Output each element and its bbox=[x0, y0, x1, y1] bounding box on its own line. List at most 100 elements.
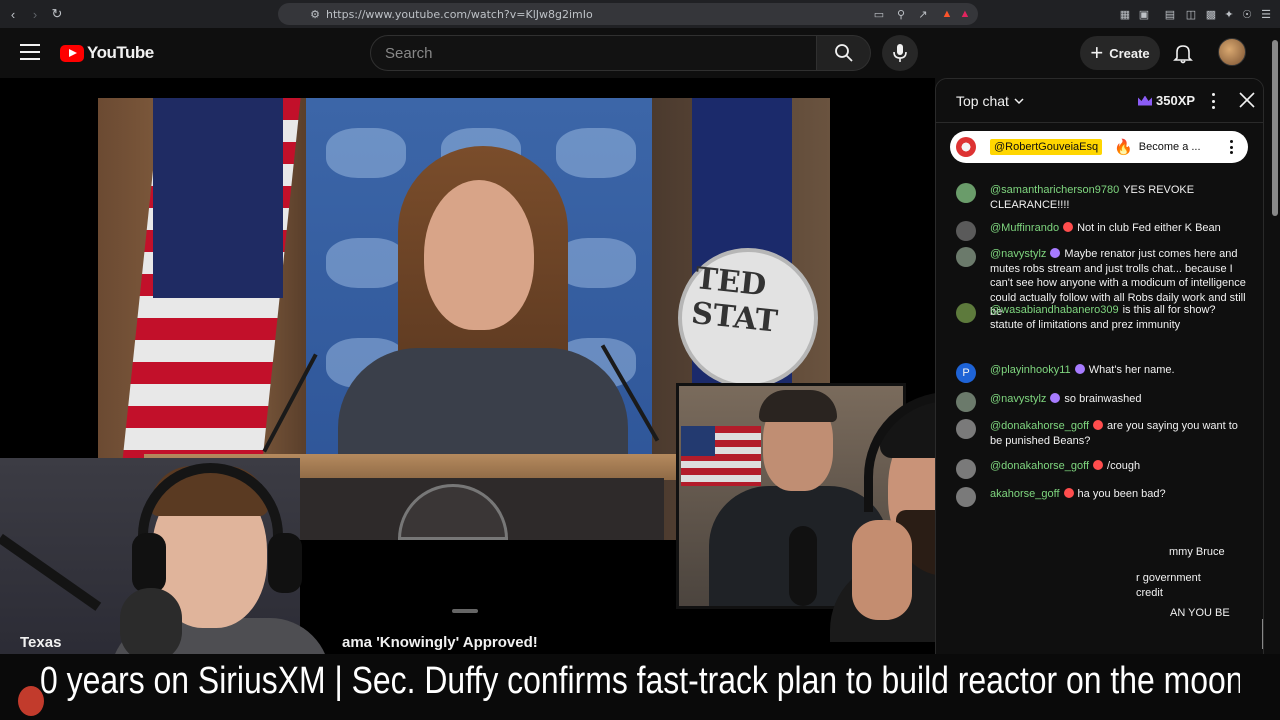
logo-text: YouTube bbox=[87, 43, 154, 62]
video-player[interactable]: TED STAT Texas ama 'Knowingly' Approved!… bbox=[0, 78, 935, 720]
chat-text: so brainwashed bbox=[1064, 393, 1142, 405]
chat-author[interactable]: @navystylz bbox=[990, 393, 1046, 405]
chat-avatar[interactable] bbox=[956, 183, 976, 203]
pinned-more-icon[interactable] bbox=[1230, 140, 1234, 154]
chat-author[interactable]: @samantharicherson9780 bbox=[990, 184, 1119, 196]
top-chat-label: Top chat bbox=[956, 93, 1009, 109]
url-text: https://www.youtube.com/watch?v=KlJw8g2i… bbox=[326, 7, 593, 21]
member-badge-icon bbox=[1063, 222, 1074, 232]
chat-message[interactable]: @wasabiandhabanero309 is this all for sho… bbox=[956, 303, 1246, 332]
chat-avatar[interactable] bbox=[956, 221, 976, 241]
chat-more-icon[interactable] bbox=[1206, 91, 1220, 111]
host-microphone bbox=[120, 588, 182, 662]
chat-partial-text: AN YOU BE bbox=[1170, 607, 1230, 619]
chat-avatar[interactable] bbox=[956, 303, 976, 323]
screenshot-icon[interactable]: ▣ bbox=[1137, 7, 1151, 21]
chat-avatar[interactable] bbox=[956, 392, 976, 412]
chat-text: ha you been bad? bbox=[1077, 488, 1166, 500]
chat-message[interactable]: akahorse_goff ha you been bad? bbox=[956, 487, 1246, 507]
back-icon[interactable]: ‹ bbox=[4, 5, 22, 23]
chat-avatar[interactable] bbox=[956, 487, 976, 507]
share-icon[interactable]: ↗ bbox=[916, 7, 930, 21]
member-badge-icon bbox=[1074, 364, 1085, 374]
video-title-start: Texas bbox=[20, 634, 62, 651]
xp-badge[interactable]: 350XP bbox=[1138, 93, 1195, 108]
youtube-play-icon bbox=[60, 44, 84, 62]
chat-author[interactable]: @Muffinrando bbox=[990, 222, 1059, 234]
forward-icon[interactable]: › bbox=[26, 5, 44, 23]
chat-author[interactable]: @wasabiandhabanero309 bbox=[990, 304, 1119, 316]
chat-message[interactable]: @Muffinrando Not in club Fed either K Bea… bbox=[956, 221, 1246, 241]
chat-scrollbar[interactable] bbox=[1262, 619, 1263, 649]
chat-message[interactable]: @donakahorse_goff are you saying you want… bbox=[956, 419, 1246, 448]
chat-message[interactable]: P @playinhooky11 What's her name. bbox=[956, 363, 1246, 383]
video-title-end: ama 'Knowingly' Approved! bbox=[342, 634, 538, 651]
brave-shield-icon[interactable]: ▲ bbox=[940, 7, 954, 21]
brave-rewards-icon[interactable]: ▲ bbox=[958, 7, 972, 21]
fire-icon: 🔥 bbox=[1114, 139, 1133, 156]
page-scrollbar[interactable] bbox=[1272, 40, 1278, 216]
close-icon[interactable] bbox=[1238, 91, 1256, 109]
create-label: Create bbox=[1109, 45, 1150, 61]
member-badge-icon bbox=[1093, 420, 1104, 430]
chat-partial-text: r government credit bbox=[1136, 572, 1201, 599]
chat-author[interactable]: @donakahorse_goff bbox=[990, 420, 1089, 432]
microphone-icon bbox=[893, 44, 907, 62]
chat-message[interactable]: @navystylz so brainwashed bbox=[956, 392, 1246, 412]
search-icon bbox=[834, 44, 853, 62]
chat-text: What's her name. bbox=[1088, 364, 1175, 376]
chat-avatar[interactable] bbox=[956, 247, 976, 267]
site-info-icon[interactable]: ⚙ bbox=[308, 7, 322, 21]
xp-value: 350XP bbox=[1156, 93, 1196, 108]
pinned-message[interactable]: @RobertGouveiaEsq 🔥 Become a ... bbox=[950, 131, 1248, 163]
create-button[interactable]: + Create bbox=[1080, 36, 1160, 70]
member-badge-icon bbox=[1050, 248, 1061, 258]
chat-header: Top chat 350XP bbox=[936, 79, 1263, 123]
sidebar-icon[interactable]: ◫ bbox=[1184, 7, 1198, 21]
address-bar[interactable]: https://www.youtube.com/watch?v=KlJw8g2i… bbox=[278, 3, 978, 25]
wallet-icon[interactable]: ▩ bbox=[1204, 7, 1218, 21]
browser-toolbar: ‹ › ↻ ☐ https://www.youtube.com/watch?v=… bbox=[0, 0, 1280, 28]
chat-author[interactable]: @playinhooky11 bbox=[990, 364, 1071, 376]
search-input[interactable] bbox=[371, 36, 816, 70]
member-badge-icon bbox=[1063, 488, 1074, 498]
ai-icon[interactable]: ✦ bbox=[1222, 7, 1236, 21]
pinned-user[interactable]: @RobertGouveiaEsq bbox=[990, 139, 1103, 155]
member-badge-icon bbox=[1050, 393, 1061, 403]
chat-avatar[interactable] bbox=[956, 419, 976, 439]
search-button[interactable] bbox=[817, 35, 871, 71]
chat-partial-text: mmy Bruce bbox=[1169, 546, 1225, 558]
crown-icon bbox=[1138, 95, 1152, 106]
chat-avatar[interactable]: P bbox=[956, 363, 976, 383]
live-chat-panel: @samantharicherson9780 YES REVOKE CLEARAN… bbox=[935, 78, 1264, 660]
scrub-handle[interactable] bbox=[452, 609, 478, 613]
chat-message[interactable]: @samantharicherson9780 YES REVOKE CLEARAN… bbox=[956, 183, 1246, 212]
ticker-text: 0 years on SiriusXM | Sec. Duffy confirm… bbox=[40, 660, 1280, 702]
ticker-logo bbox=[18, 686, 44, 716]
seal-text: TED STAT bbox=[689, 261, 780, 340]
chat-avatar[interactable] bbox=[956, 459, 976, 479]
pinned-text: Become a ... bbox=[1138, 141, 1201, 153]
account-avatar[interactable] bbox=[1218, 38, 1246, 66]
notifications-bell-icon[interactable] bbox=[1172, 42, 1194, 64]
voice-search-button[interactable] bbox=[882, 35, 918, 71]
plus-icon: + bbox=[1090, 40, 1104, 65]
chat-message[interactable]: @donakahorse_goff/cough bbox=[956, 459, 1246, 479]
chat-text: Not in club Fed either K Bean bbox=[1077, 222, 1221, 234]
chat-author[interactable]: @navystylz bbox=[990, 248, 1046, 260]
news-ticker: 0 years on SiriusXM | Sec. Duffy confirm… bbox=[0, 654, 1280, 720]
cast-icon[interactable]: ▭ bbox=[872, 7, 886, 21]
search-box bbox=[370, 35, 817, 71]
menu-icon[interactable]: ☰ bbox=[1259, 7, 1273, 21]
vpn-icon[interactable]: ☉ bbox=[1240, 7, 1254, 21]
chat-author[interactable]: @donakahorse_goff bbox=[990, 460, 1089, 472]
extensions-icon[interactable]: ▦ bbox=[1118, 7, 1132, 21]
youtube-logo[interactable]: YouTube bbox=[60, 43, 154, 63]
chat-author[interactable]: akahorse_goff bbox=[990, 488, 1060, 500]
reload-icon[interactable]: ↻ bbox=[48, 5, 66, 23]
zoom-icon[interactable]: ⚲ bbox=[894, 7, 908, 21]
pinned-avatar bbox=[956, 137, 976, 157]
reading-list-icon[interactable]: ▤ bbox=[1163, 7, 1177, 21]
top-chat-dropdown[interactable]: Top chat bbox=[956, 93, 1025, 109]
guide-menu-icon[interactable] bbox=[20, 44, 40, 60]
